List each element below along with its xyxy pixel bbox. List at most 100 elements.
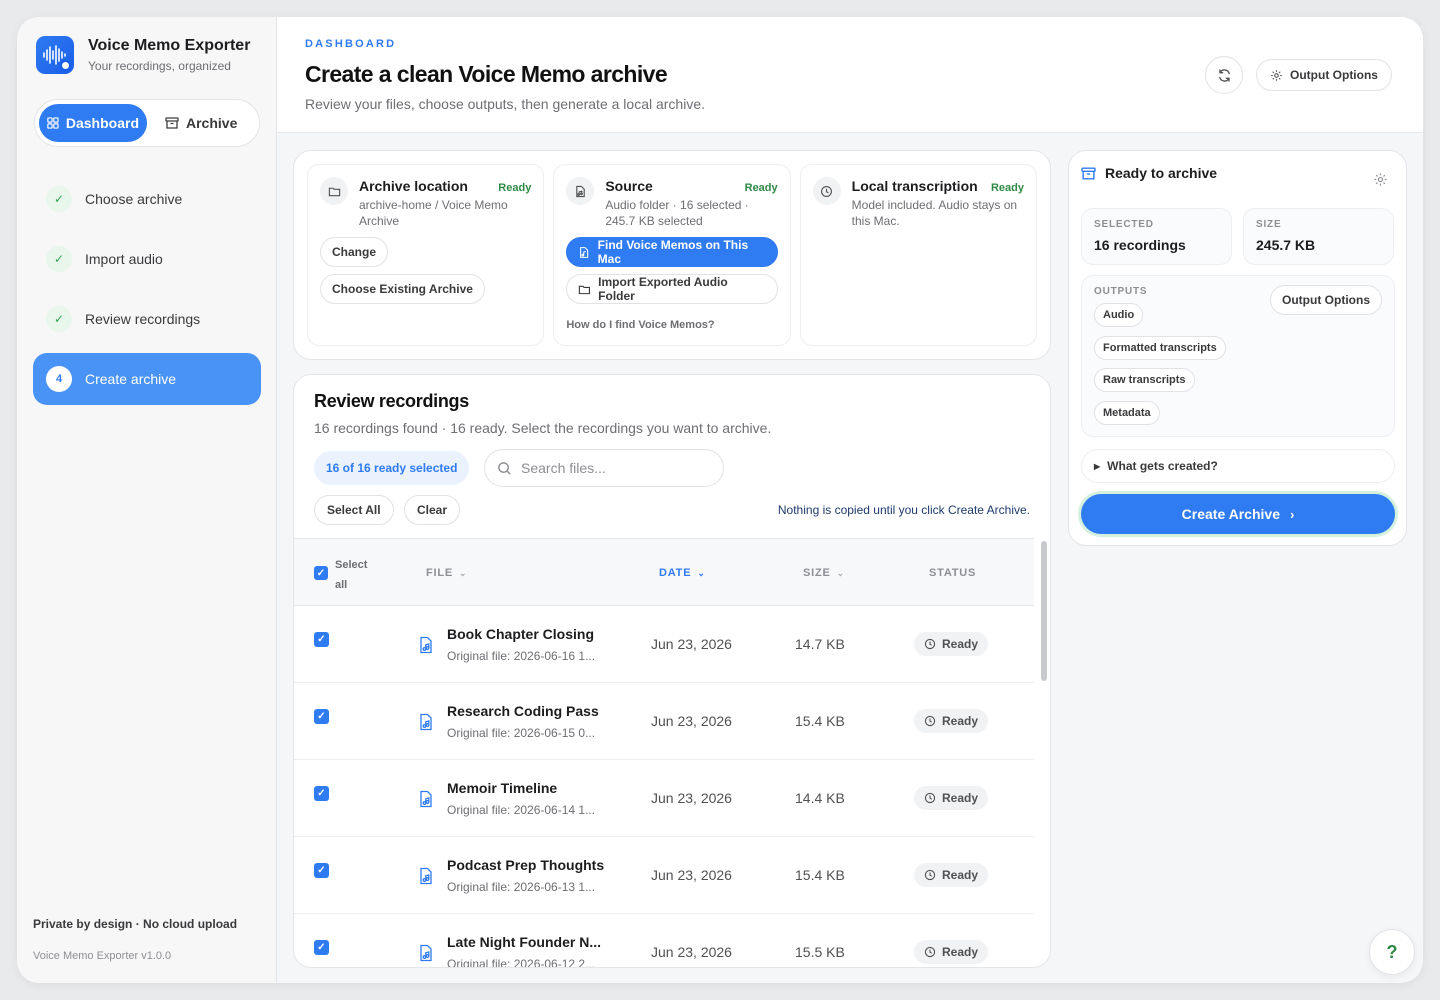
step-label: Import audio bbox=[85, 251, 163, 267]
table-scrollbar[interactable] bbox=[1041, 541, 1047, 681]
step-choose-archive[interactable]: ✓ Choose archive bbox=[33, 173, 261, 225]
archive-box-icon bbox=[1081, 166, 1096, 180]
choose-existing-archive-button[interactable]: Choose Existing Archive bbox=[320, 274, 485, 304]
file-date: Jun 23, 2026 bbox=[651, 713, 732, 729]
recordings-table: ✓ Book Chapter Closing Original file: 20… bbox=[294, 606, 1034, 967]
card-title: Local transcription bbox=[851, 178, 978, 194]
status-badge: Ready bbox=[744, 182, 778, 194]
original-file: Original file: 2026-06-15 0... bbox=[447, 726, 596, 740]
card-title: Archive location bbox=[359, 178, 468, 194]
original-file: Original file: 2026-06-13 1... bbox=[447, 880, 596, 894]
select-all-checkbox[interactable]: ✓ bbox=[314, 566, 328, 580]
date-column-header[interactable]: DATE ⌄ bbox=[659, 567, 706, 579]
table-row[interactable]: ✓ Research Coding Pass Original file: 20… bbox=[294, 683, 1034, 760]
output-options-button[interactable]: Output Options bbox=[1270, 285, 1382, 315]
audio-file-icon bbox=[420, 944, 432, 962]
create-archive-button[interactable]: Create Archive › bbox=[1081, 494, 1395, 534]
table-row[interactable]: ✓ Book Chapter Closing Original file: 20… bbox=[294, 606, 1034, 683]
step-create-archive[interactable]: 4 Create archive bbox=[33, 353, 261, 405]
row-checkbox[interactable]: ✓ bbox=[314, 786, 329, 801]
output-options-label: Output Options bbox=[1290, 68, 1378, 82]
chevron-down-icon: ⌄ bbox=[697, 567, 706, 578]
file-name: Book Chapter Closing bbox=[447, 626, 595, 642]
select-all-column[interactable]: ✓ Select all bbox=[314, 555, 367, 595]
import-exported-audio-button[interactable]: Import Exported Audio Folder bbox=[566, 274, 778, 304]
output-tag: Metadata bbox=[1094, 400, 1160, 425]
page-title: Create a clean Voice Memo archive bbox=[305, 61, 668, 87]
file-size: 15.4 KB bbox=[795, 713, 845, 729]
status-badge: Ready bbox=[914, 709, 989, 733]
size-stat: SIZE 245.7 KB bbox=[1243, 208, 1394, 265]
clock-icon bbox=[924, 869, 936, 881]
file-size: 15.4 KB bbox=[795, 867, 845, 883]
page-subtitle: Review your files, choose outputs, then … bbox=[305, 96, 706, 112]
dashboard-tab-label: Dashboard bbox=[65, 115, 139, 131]
find-voice-memos-button[interactable]: Find Voice Memos on This Mac bbox=[566, 237, 778, 267]
row-checkbox[interactable]: ✓ bbox=[314, 863, 329, 878]
review-subtitle: 16 recordings found · 16 ready. Select t… bbox=[314, 420, 772, 436]
find-voice-memos-label: Find Voice Memos on This Mac bbox=[597, 238, 749, 266]
stat-label: SELECTED bbox=[1094, 219, 1154, 230]
outputs-section: OUTPUTS Output Options Audio Formatted t… bbox=[1081, 275, 1395, 437]
search-input[interactable]: Search files... bbox=[484, 449, 724, 487]
archive-tab-label: Archive bbox=[186, 115, 238, 131]
table-row[interactable]: ✓ Podcast Prep Thoughts Original file: 2… bbox=[294, 837, 1034, 914]
file-date: Jun 23, 2026 bbox=[651, 636, 732, 652]
row-checkbox[interactable]: ✓ bbox=[314, 632, 329, 647]
what-gets-created-disclosure[interactable]: ▶ What gets created? bbox=[1081, 449, 1395, 483]
select-all-label: Select bbox=[335, 559, 368, 571]
app-window: Voice Memo Exporter Your recordings, org… bbox=[17, 17, 1423, 983]
clear-button[interactable]: Clear bbox=[404, 495, 461, 525]
row-checkbox[interactable]: ✓ bbox=[314, 709, 329, 724]
file-size: 15.5 KB bbox=[795, 944, 845, 960]
original-file: Original file: 2026-06-14 1... bbox=[447, 803, 596, 817]
audio-file-icon bbox=[420, 790, 432, 808]
grid-icon bbox=[47, 117, 59, 129]
step-label: Create archive bbox=[85, 371, 177, 387]
gear-icon[interactable] bbox=[1373, 172, 1388, 187]
search-placeholder: Search files... bbox=[521, 460, 606, 476]
archive-summary-panel: Ready to archive SELECTED 16 recordings … bbox=[1068, 150, 1407, 546]
table-row[interactable]: ✓ Late Night Founder N... Original file:… bbox=[294, 914, 1034, 967]
card-title: Source bbox=[605, 178, 653, 194]
audio-file-icon bbox=[420, 713, 432, 731]
status-badge: Ready bbox=[914, 786, 989, 810]
privacy-note: Private by design · No cloud upload bbox=[33, 917, 238, 931]
status-badge: Ready bbox=[914, 632, 989, 656]
review-panel: Review recordings 16 recordings found · … bbox=[293, 374, 1051, 968]
audio-file-icon bbox=[580, 246, 589, 258]
clock-icon bbox=[924, 946, 936, 958]
chevron-down-icon: ⌄ bbox=[459, 567, 468, 578]
local-transcription-card: Local transcription Ready Model included… bbox=[799, 164, 1037, 346]
change-archive-button[interactable]: Change bbox=[320, 237, 389, 267]
file-column-header[interactable]: FILE ⌄ bbox=[426, 567, 467, 579]
dashboard-tab[interactable]: Dashboard bbox=[39, 104, 147, 142]
folder-icon bbox=[579, 285, 591, 294]
step-import-audio[interactable]: ✓ Import audio bbox=[33, 233, 261, 285]
help-button[interactable]: ? bbox=[1369, 929, 1415, 975]
app-header: Voice Memo Exporter Your recordings, org… bbox=[36, 36, 250, 74]
step-label: Choose archive bbox=[85, 191, 183, 207]
version-label: Voice Memo Exporter v1.0.0 bbox=[33, 950, 172, 962]
import-exported-audio-label: Import Exported Audio Folder bbox=[598, 275, 728, 303]
archive-tab[interactable]: Archive bbox=[157, 104, 245, 142]
row-checkbox[interactable]: ✓ bbox=[314, 940, 329, 955]
status-badge: Ready bbox=[914, 863, 989, 887]
audio-file-icon bbox=[420, 636, 432, 654]
gear-icon bbox=[1271, 69, 1282, 81]
output-tag: Audio bbox=[1094, 303, 1144, 327]
step-review-recordings[interactable]: ✓ Review recordings bbox=[33, 293, 261, 345]
select-all-button[interactable]: Select All bbox=[314, 495, 394, 525]
table-row[interactable]: ✓ Memoir Timeline Original file: 2026-06… bbox=[294, 760, 1034, 837]
step-number: 4 bbox=[46, 366, 72, 392]
stat-label: SIZE bbox=[1256, 219, 1282, 230]
file-size: 14.7 KB bbox=[795, 636, 845, 652]
source-card: Source Ready Audio folder · 16 selected … bbox=[553, 164, 791, 346]
table-header: ✓ Select all FILE ⌄ DATE ⌄ SIZE ⌄ STATUS bbox=[294, 538, 1034, 606]
clock-icon bbox=[812, 177, 841, 205]
find-voice-memos-help-link[interactable]: How do I find Voice Memos? bbox=[566, 319, 777, 331]
selection-badge: 16 of 16 ready selected bbox=[314, 451, 470, 485]
output-options-button[interactable]: Output Options bbox=[1256, 59, 1392, 91]
refresh-button[interactable] bbox=[1205, 56, 1243, 94]
size-column-header[interactable]: SIZE ⌄ bbox=[803, 567, 845, 579]
